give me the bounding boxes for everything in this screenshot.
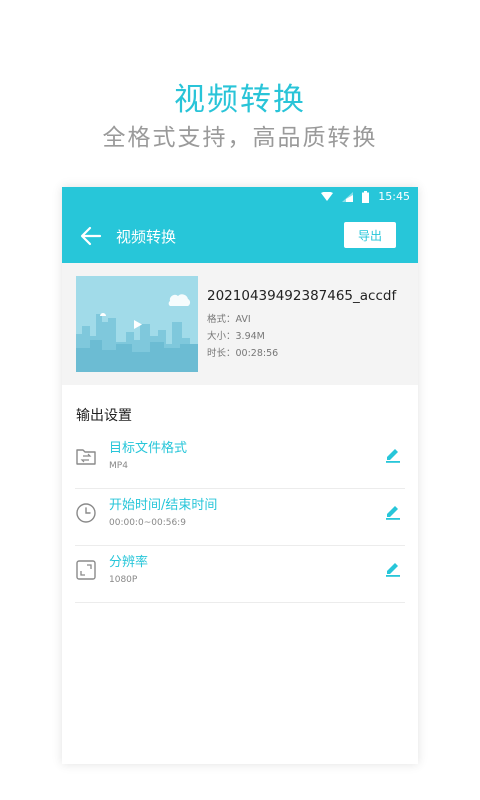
signal-icon bbox=[342, 191, 354, 202]
back-button[interactable] bbox=[78, 223, 104, 249]
edit-icon[interactable] bbox=[384, 502, 402, 520]
resolution-icon bbox=[76, 560, 96, 580]
file-duration: 时长：00:28:56 bbox=[207, 348, 279, 359]
file-size: 大小：3.94M bbox=[207, 331, 265, 342]
setting-value: 1080P bbox=[109, 575, 138, 585]
app-title: 视频转换 bbox=[116, 228, 177, 246]
battery-icon bbox=[362, 190, 370, 203]
setting-row-time[interactable]: 开始时间/结束时间 00:00:0~00:56:9 bbox=[62, 490, 418, 546]
promo-title: 视频转换 bbox=[174, 82, 306, 118]
app-bar: 视频转换 导出 bbox=[62, 207, 418, 263]
edit-icon[interactable] bbox=[384, 559, 402, 577]
file-card: 20210439492387465_accdf 格式：AVI 大小：3.94M … bbox=[62, 263, 418, 385]
status-bar: 15:45 bbox=[62, 187, 418, 207]
divider bbox=[75, 602, 405, 603]
export-button[interactable]: 导出 bbox=[344, 222, 396, 248]
folder-convert-icon bbox=[76, 449, 96, 465]
city-skyline-image bbox=[76, 276, 198, 372]
output-settings-title: 输出设置 bbox=[76, 408, 132, 424]
setting-label: 分辨率 bbox=[109, 555, 149, 570]
clock-icon bbox=[76, 503, 96, 523]
setting-value: 00:00:0~00:56:9 bbox=[109, 518, 186, 528]
setting-row-format[interactable]: 目标文件格式 MP4 bbox=[62, 433, 418, 489]
setting-value: MP4 bbox=[109, 461, 128, 471]
video-thumbnail[interactable] bbox=[76, 276, 198, 372]
setting-label: 目标文件格式 bbox=[109, 441, 188, 456]
setting-row-resolution[interactable]: 分辨率 1080P bbox=[62, 547, 418, 603]
edit-icon[interactable] bbox=[384, 445, 402, 463]
phone-screen: 15:45 视频转换 导出 20210439492387465_accdf 格式… bbox=[62, 187, 418, 764]
divider bbox=[75, 488, 405, 489]
arrow-left-icon bbox=[80, 226, 102, 246]
status-time: 15:45 bbox=[378, 190, 410, 203]
wifi-icon bbox=[321, 191, 334, 201]
file-name: 20210439492387465_accdf bbox=[207, 288, 397, 304]
promo-subtitle: 全格式支持，高品质转换 bbox=[102, 125, 378, 151]
file-format: 格式：AVI bbox=[207, 314, 251, 325]
setting-label: 开始时间/结束时间 bbox=[109, 498, 218, 513]
divider bbox=[75, 545, 405, 546]
